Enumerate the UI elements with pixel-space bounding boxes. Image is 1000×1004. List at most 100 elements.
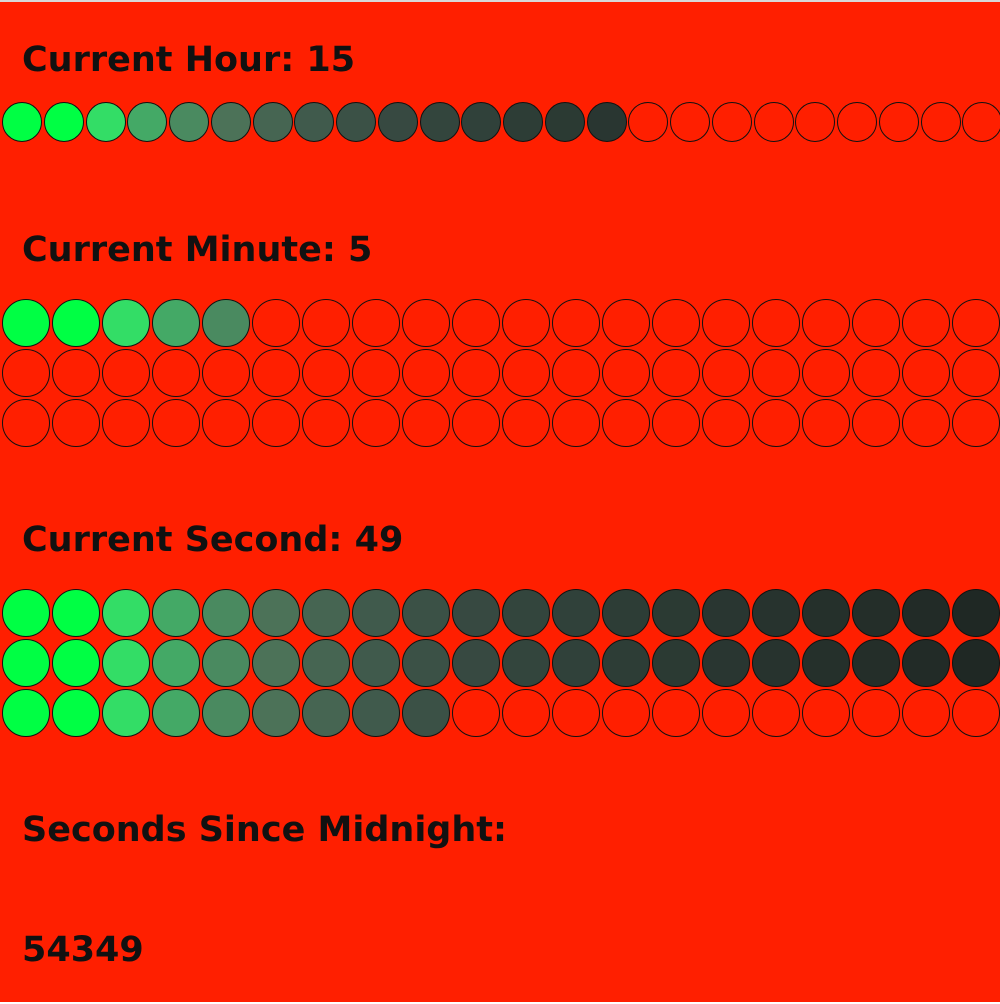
minute-dot <box>802 399 850 447</box>
second-dot <box>52 639 100 687</box>
hour-dot <box>419 102 460 142</box>
minute-dot <box>102 349 150 397</box>
current-hour-label: Current Hour: 15 <box>22 40 356 80</box>
second-dot <box>102 589 150 637</box>
minute-dot <box>602 299 650 347</box>
second-dot <box>302 589 350 637</box>
hour-dot <box>85 102 126 142</box>
second-dot <box>752 589 800 637</box>
second-dot <box>452 689 500 737</box>
hour-dot <box>753 102 794 142</box>
second-dot <box>302 639 350 687</box>
minute-dot <box>652 399 700 447</box>
second-dot <box>852 589 900 637</box>
second-dot <box>152 689 200 737</box>
current-minute-label: Current Minute: 5 <box>22 230 373 270</box>
hour-dot <box>252 102 293 142</box>
minute-dot <box>52 299 100 347</box>
minute-dot <box>402 349 450 397</box>
hour-dot <box>294 102 335 142</box>
second-dot <box>952 639 1000 687</box>
second-dot <box>352 589 400 637</box>
second-dot <box>802 689 850 737</box>
second-dot <box>202 689 250 737</box>
minute-dot <box>852 299 900 347</box>
second-dot <box>402 689 450 737</box>
second-dot <box>352 689 400 737</box>
second-dot <box>2 689 50 737</box>
hour-dot <box>962 102 1000 142</box>
minute-dot <box>2 349 50 397</box>
second-dot <box>402 589 450 637</box>
second-dot <box>752 639 800 687</box>
minute-dot <box>402 299 450 347</box>
hour-dot <box>544 102 585 142</box>
minute-dot <box>602 399 650 447</box>
hour-dot <box>127 102 168 142</box>
hour-dot <box>586 102 627 142</box>
minute-dot <box>802 299 850 347</box>
minute-dot <box>252 399 300 447</box>
second-dot <box>152 639 200 687</box>
hour-dot <box>461 102 502 142</box>
minute-dot <box>302 399 350 447</box>
minute-dot <box>502 299 550 347</box>
minute-dot <box>502 399 550 447</box>
minute-dot <box>552 299 600 347</box>
hour-dot <box>169 102 209 142</box>
second-dot <box>702 589 750 637</box>
second-dot <box>502 639 550 687</box>
second-dot <box>902 689 950 737</box>
minute-dot <box>852 349 900 397</box>
second-dot <box>102 689 150 737</box>
minute-dot <box>652 299 700 347</box>
second-dot <box>902 639 950 687</box>
second-dot <box>452 589 500 637</box>
minute-dot <box>352 299 400 347</box>
minute-dot <box>752 399 800 447</box>
second-dot <box>902 589 950 637</box>
minute-dot <box>52 399 100 447</box>
minute-dot <box>602 349 650 397</box>
minute-dot <box>952 399 1000 447</box>
hour-dot <box>670 102 710 142</box>
minute-dot <box>302 299 350 347</box>
minute-dot <box>902 349 950 397</box>
minute-dot <box>2 299 50 347</box>
hour-dot <box>711 102 752 142</box>
dot-grid <box>0 2 1000 1004</box>
minute-dot <box>902 399 950 447</box>
second-dot <box>552 589 600 637</box>
minute-dot <box>202 399 250 447</box>
seconds-since-midnight-label: Seconds Since Midnight: <box>22 810 508 850</box>
second-dot <box>952 689 1000 737</box>
minute-dot <box>702 349 750 397</box>
second-dot <box>852 689 900 737</box>
hour-dot <box>503 102 543 142</box>
minute-dot <box>352 349 400 397</box>
second-dot <box>802 639 850 687</box>
minute-dot <box>952 299 1000 347</box>
second-dot <box>2 589 50 637</box>
second-dot <box>502 689 550 737</box>
minute-dot <box>452 349 500 397</box>
minute-dot <box>352 399 400 447</box>
minute-dot <box>152 349 200 397</box>
minute-dot <box>552 399 600 447</box>
minute-dot <box>202 349 250 397</box>
minute-dot <box>752 349 800 397</box>
hour-dot <box>210 102 251 142</box>
minute-dot <box>252 349 300 397</box>
current-second-label: Current Second: 49 <box>22 520 404 560</box>
minute-dot <box>402 399 450 447</box>
second-dot <box>952 589 1000 637</box>
hour-dot <box>377 102 418 142</box>
second-dot <box>552 639 600 687</box>
second-dot <box>452 639 500 687</box>
seconds-since-midnight-value: 54349 <box>22 930 144 970</box>
second-dot <box>752 689 800 737</box>
second-dot <box>2 639 50 687</box>
second-dot <box>252 689 300 737</box>
minute-dot <box>552 349 600 397</box>
second-dot <box>152 589 200 637</box>
